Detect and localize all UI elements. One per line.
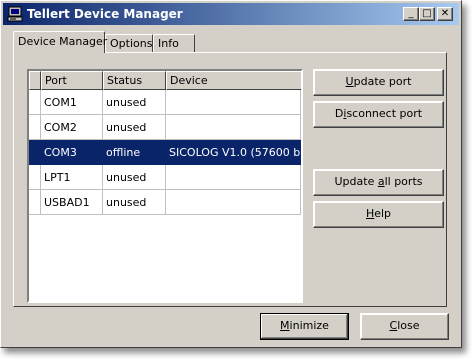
port-cell: USBAD1 <box>41 190 103 215</box>
app-window: Tellert Device Manager _ □ ✕ Device Mana… <box>0 0 462 348</box>
status-cell: offline <box>103 140 166 165</box>
button-label-part: elp <box>374 207 392 220</box>
minimize-button[interactable]: Minimize <box>260 313 349 340</box>
column-header-select[interactable] <box>29 71 41 90</box>
device-cell <box>166 190 301 215</box>
button-label-part: pdate port <box>353 75 412 88</box>
column-header-status[interactable]: Status <box>103 71 166 90</box>
device-cell: SICOLOG V1.0 (57600 bps) <box>166 140 301 165</box>
status-cell: unused <box>103 115 166 140</box>
port-cell: LPT1 <box>41 165 103 190</box>
computer-icon <box>7 6 23 22</box>
button-label-part: Update <box>334 175 378 188</box>
accelerator-key: M <box>280 319 290 332</box>
table-row[interactable]: USBAD1 unused <box>29 190 301 215</box>
table-row[interactable]: COM1 unused <box>29 90 301 115</box>
port-list[interactable]: Port Status Device COM1 unused COM2 unus… <box>27 69 303 303</box>
row-marker <box>29 115 41 140</box>
title-bar[interactable]: Tellert Device Manager _ □ ✕ <box>3 3 459 25</box>
help-button[interactable]: Help <box>313 201 444 228</box>
status-cell: unused <box>103 165 166 190</box>
tab-info[interactable]: Info <box>153 34 195 52</box>
column-header-port[interactable]: Port <box>41 71 103 90</box>
table-row-selected[interactable]: COM3 offline SICOLOG V1.0 (57600 bps) <box>29 140 301 165</box>
accelerator-key: H <box>365 207 375 220</box>
column-header-device[interactable]: Device <box>166 71 301 90</box>
row-marker <box>29 165 41 190</box>
close-button[interactable]: Close <box>360 313 449 340</box>
row-marker <box>29 190 41 215</box>
device-cell <box>166 90 301 115</box>
status-cell: unused <box>103 90 166 115</box>
button-label-part: sconnect port <box>346 107 423 120</box>
row-marker <box>29 140 41 165</box>
accelerator-key: a <box>377 175 385 188</box>
device-cell <box>166 165 301 190</box>
close-window-button[interactable]: ✕ <box>437 7 453 21</box>
disconnect-port-button[interactable]: Disconnect port <box>313 101 444 128</box>
maximize-window-button[interactable]: □ <box>419 7 435 21</box>
minimize-window-button[interactable]: _ <box>403 7 419 21</box>
port-cell: COM3 <box>41 140 103 165</box>
table-row[interactable]: COM2 unused <box>29 115 301 140</box>
tab-device-manager[interactable]: Device Manager <box>13 31 107 53</box>
accelerator-key: U <box>345 75 354 88</box>
port-cell: COM1 <box>41 90 103 115</box>
window-title: Tellert Device Manager <box>27 7 183 21</box>
button-label-part: lose <box>397 319 420 332</box>
status-cell: unused <box>103 190 166 215</box>
update-port-button[interactable]: Update port <box>313 69 444 96</box>
device-cell <box>166 115 301 140</box>
row-marker <box>29 90 41 115</box>
button-label-part: inimize <box>289 319 329 332</box>
port-cell: COM2 <box>41 115 103 140</box>
update-all-ports-button[interactable]: Update all ports <box>313 169 444 196</box>
button-label-part: ll ports <box>384 175 423 188</box>
table-row[interactable]: LPT1 unused <box>29 165 301 190</box>
tab-options[interactable]: Options <box>105 34 153 52</box>
